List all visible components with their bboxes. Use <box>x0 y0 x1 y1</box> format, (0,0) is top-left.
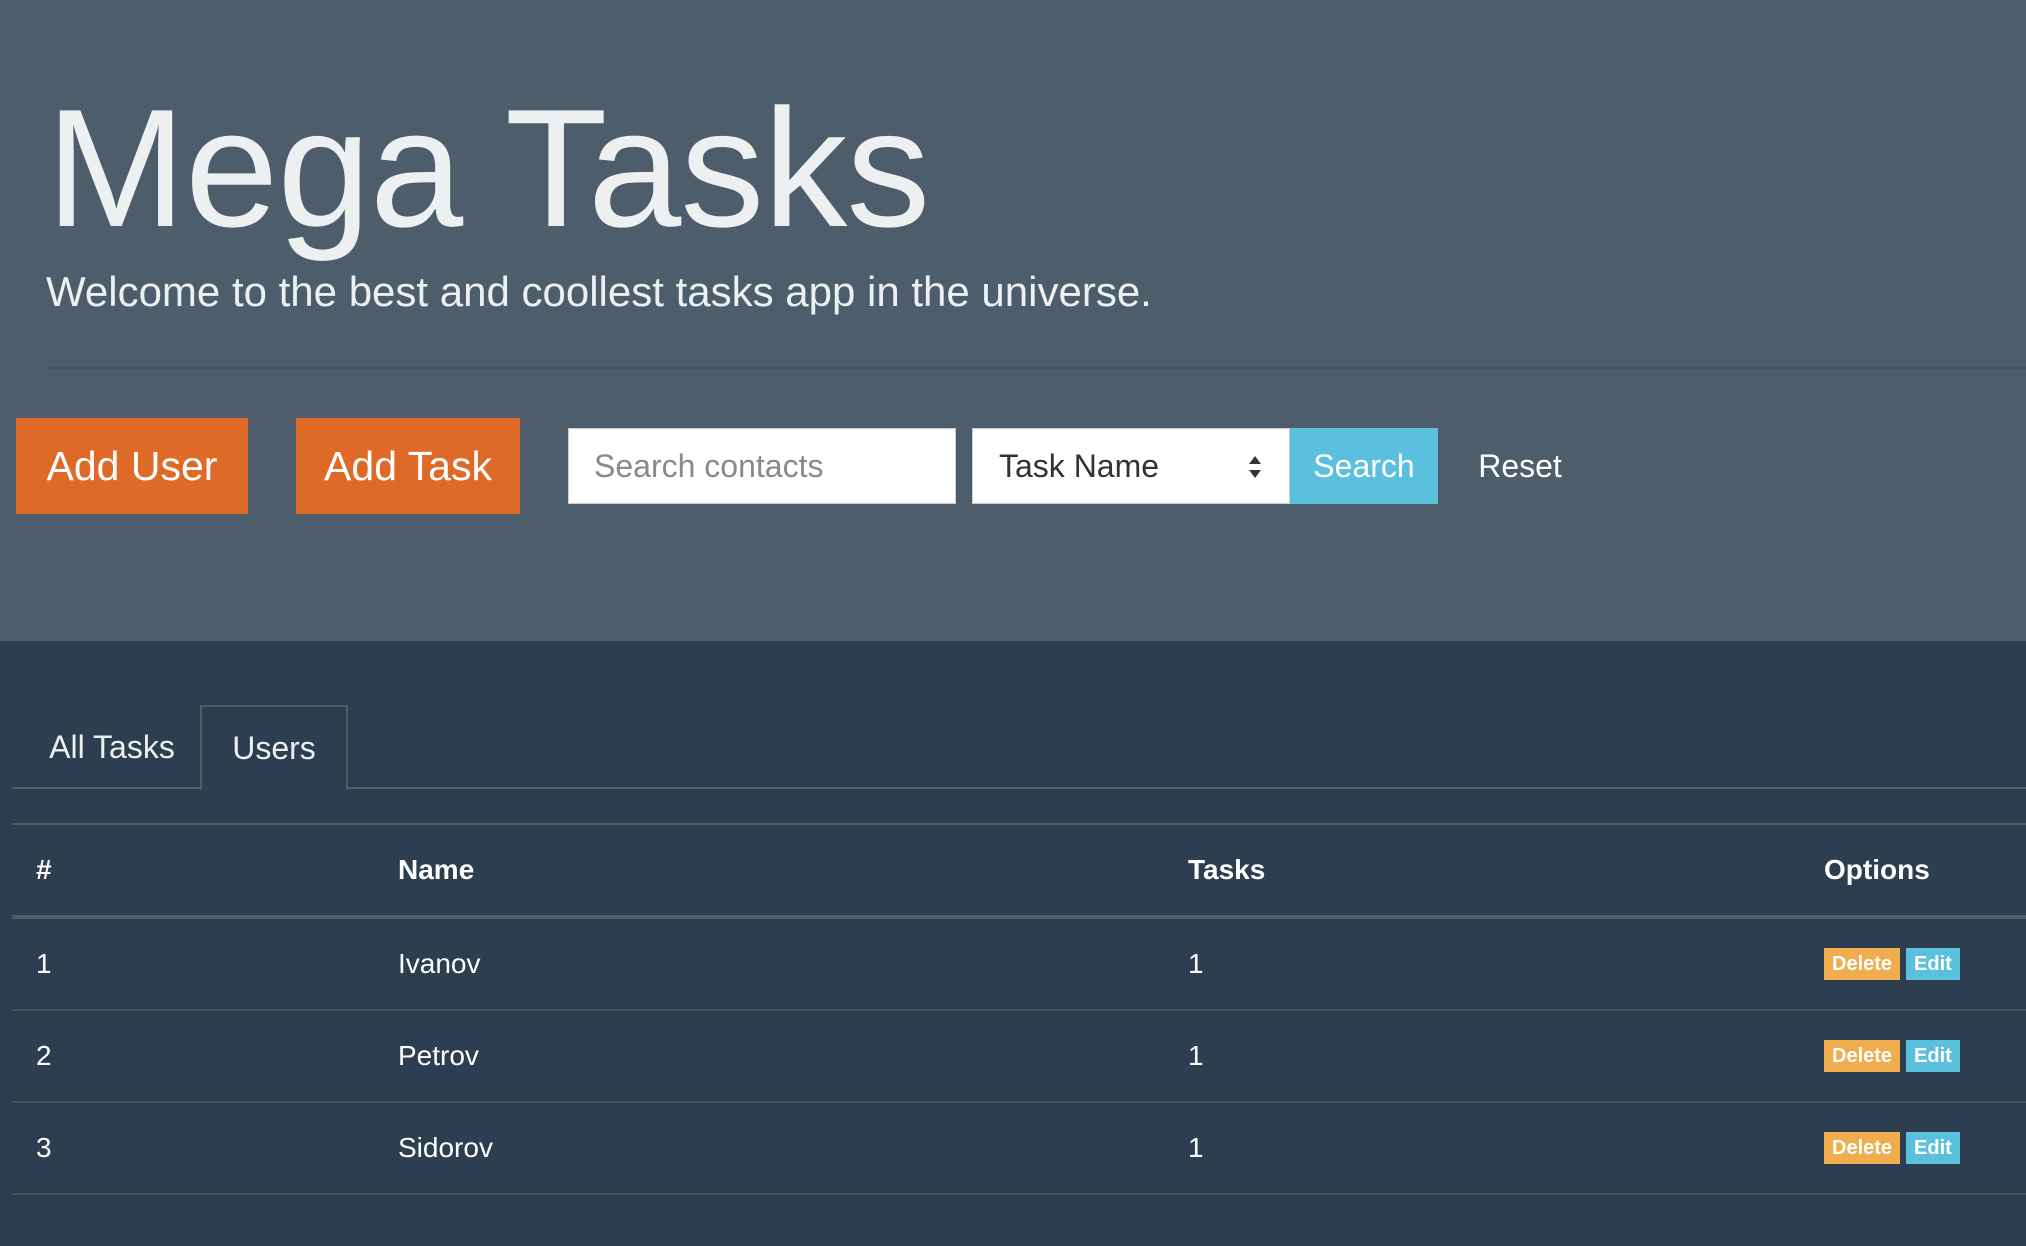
delete-button[interactable]: Delete <box>1824 948 1901 980</box>
row-name: Petrov <box>398 1040 479 1071</box>
edit-button[interactable]: Edit <box>1906 1040 1960 1072</box>
header-number: # <box>36 854 52 885</box>
users-table: # Name Tasks Options 1 Ivanov 1 Delete E… <box>12 823 2026 1195</box>
header-tasks: Tasks <box>1188 854 1266 885</box>
edit-button[interactable]: Edit <box>1906 948 1960 980</box>
row-number: 1 <box>36 948 52 979</box>
row-tasks: 1 <box>1188 1132 1204 1163</box>
row-options: Delete Edit <box>1824 919 1966 1009</box>
table-row: 1 Ivanov 1 Delete Edit <box>12 919 2026 1011</box>
select-caret-icon <box>1249 456 1261 478</box>
row-tasks: 1 <box>1188 1040 1204 1071</box>
page-subtitle: Welcome to the best and coollest tasks a… <box>46 268 1152 315</box>
row-options: Delete Edit <box>1824 1011 1966 1101</box>
hero-section: Mega Tasks Welcome to the best and cooll… <box>0 0 2026 641</box>
header-options: Options <box>1824 854 1930 885</box>
row-name: Sidorov <box>398 1132 493 1163</box>
row-number: 2 <box>36 1040 52 1071</box>
search-field-value: Task Name <box>999 447 1160 484</box>
search-field-select[interactable]: Task Name <box>972 428 1290 504</box>
tab-users[interactable]: Users <box>200 705 348 791</box>
row-tasks: 1 <box>1188 948 1204 979</box>
add-user-button[interactable]: Add User <box>16 418 248 514</box>
delete-button[interactable]: Delete <box>1824 1132 1901 1164</box>
tab-bar: All Tasks Users <box>12 705 2026 791</box>
table-header-row: # Name Tasks Options <box>12 825 2026 919</box>
reset-button[interactable]: Reset <box>1464 428 1576 504</box>
edit-button[interactable]: Edit <box>1906 1132 1960 1164</box>
header-name: Name <box>398 854 475 885</box>
row-name: Ivanov <box>398 948 481 979</box>
page-title: Mega Tasks <box>46 74 930 262</box>
row-options: Delete Edit <box>1824 1103 1966 1193</box>
search-input[interactable] <box>568 428 956 504</box>
add-task-button[interactable]: Add Task <box>296 418 520 514</box>
delete-button[interactable]: Delete <box>1824 1040 1901 1072</box>
table-row: 2 Petrov 1 Delete Edit <box>12 1011 2026 1103</box>
divider <box>46 367 2026 369</box>
tab-all-tasks[interactable]: All Tasks <box>24 705 200 789</box>
search-button[interactable]: Search <box>1290 428 1438 504</box>
table-row: 3 Sidorov 1 Delete Edit <box>12 1103 2026 1195</box>
row-number: 3 <box>36 1132 52 1163</box>
